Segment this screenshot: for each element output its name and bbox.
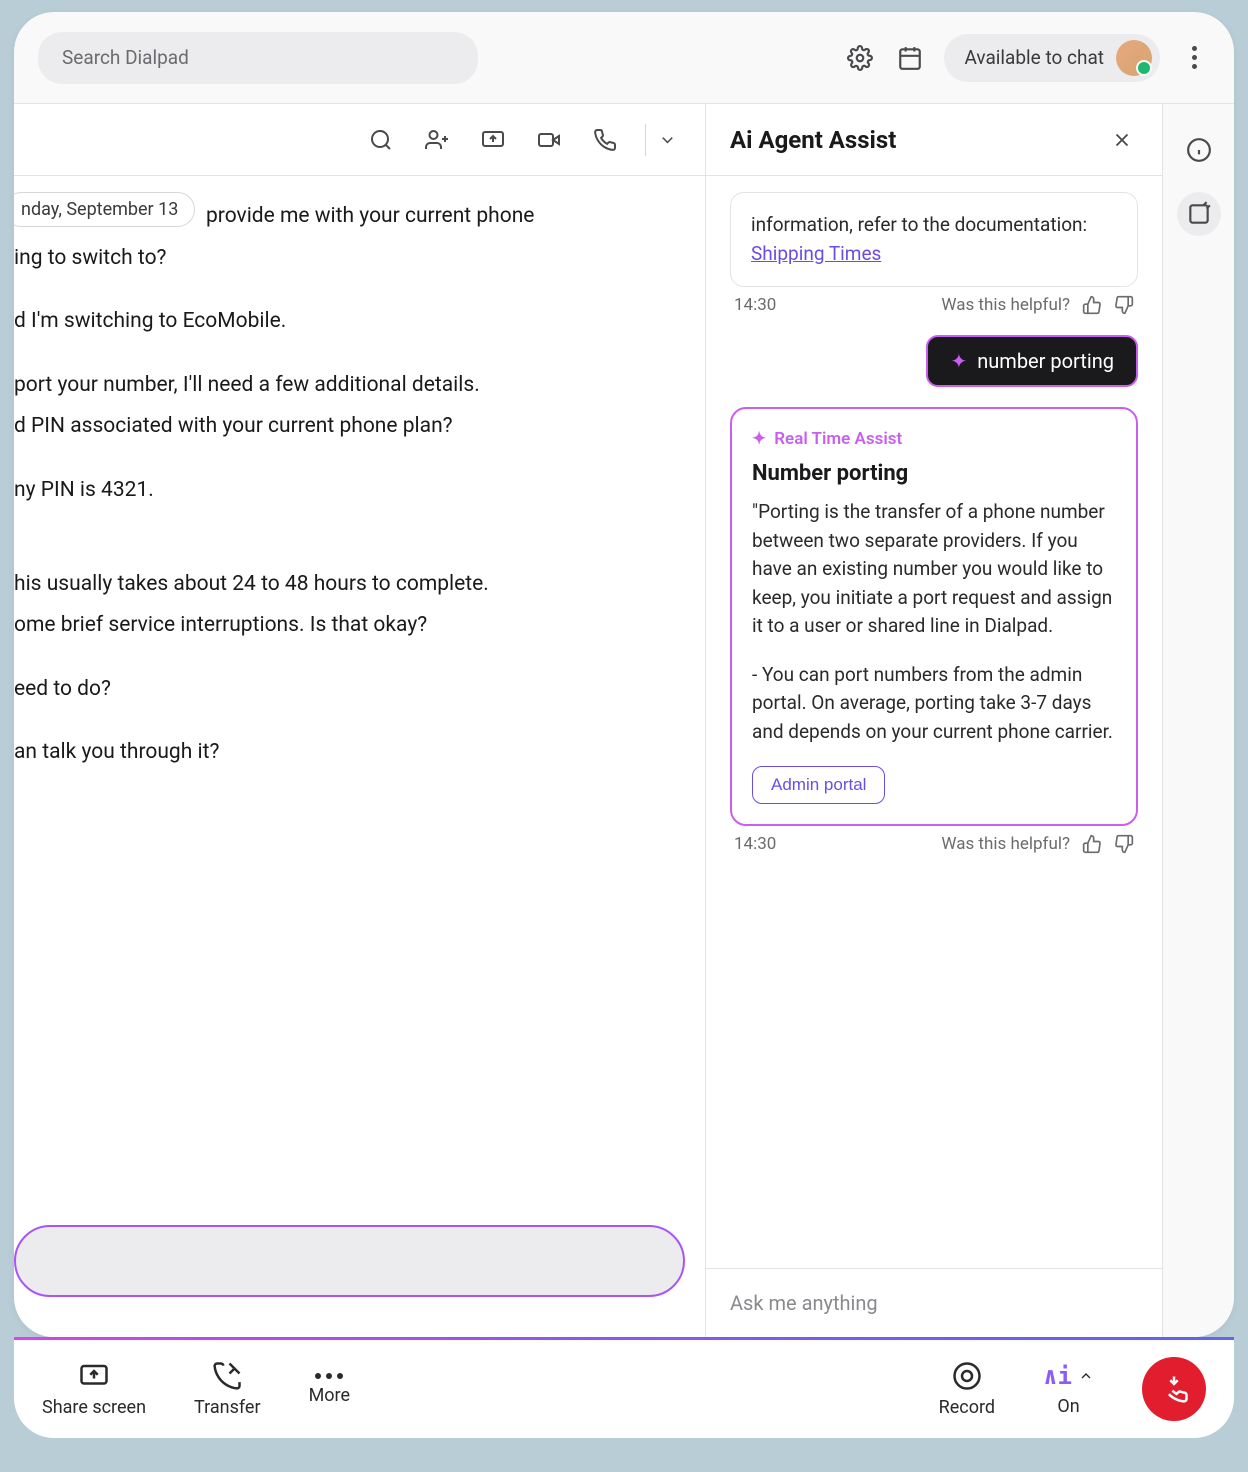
close-icon[interactable]	[1106, 124, 1138, 156]
helpful-label: Was this helpful?	[941, 295, 1070, 315]
more-button[interactable]: More	[309, 1373, 350, 1406]
record-button[interactable]: Record	[939, 1361, 995, 1418]
assist-card: information, refer to the documentation:…	[730, 192, 1138, 287]
admin-portal-button[interactable]: Admin portal	[752, 766, 885, 804]
record-label: Record	[939, 1397, 995, 1418]
rta-title: Number porting	[752, 461, 1116, 486]
assist-input[interactable]: Ask me anything	[706, 1268, 1162, 1337]
thumbs-up-icon[interactable]	[1082, 295, 1102, 315]
rta-badge: ✦Real Time Assist	[752, 429, 902, 449]
ai-assist-icon[interactable]	[1177, 192, 1221, 236]
gear-icon[interactable]	[844, 42, 876, 74]
topbar: Search Dialpad Available to chat	[14, 12, 1234, 104]
more-menu-icon[interactable]	[1178, 42, 1210, 74]
chat-transcript: provide me with your current phone ing t…	[14, 196, 705, 770]
chat-line: ing to switch to?	[14, 242, 705, 276]
avatar	[1116, 40, 1152, 76]
date-pill: nday, September 13	[14, 192, 195, 227]
chat-message-input[interactable]	[14, 1225, 685, 1297]
timestamp: 14:30	[734, 834, 776, 854]
chat-line: his usually takes about 24 to 48 hours t…	[14, 568, 705, 602]
card-text: information, refer to the documentation:	[751, 213, 1087, 236]
search-placeholder: Search Dialpad	[62, 46, 189, 69]
chat-line: port your number, I'll need a few additi…	[14, 369, 705, 403]
transfer-label: Transfer	[194, 1397, 261, 1418]
chevron-down-icon[interactable]	[645, 124, 677, 156]
chat-line: d I'm switching to EcoMobile.	[14, 305, 705, 339]
query-label: number porting	[977, 349, 1114, 373]
info-icon[interactable]	[1177, 128, 1221, 172]
call-controls-bar: Share screen Transfer More Record ∧i On	[14, 1340, 1234, 1438]
status-pill[interactable]: Available to chat	[944, 34, 1160, 82]
sparkle-icon: ✦	[752, 429, 766, 449]
phone-icon[interactable]	[589, 124, 621, 156]
search-icon[interactable]	[365, 124, 397, 156]
chat-column: nday, September 13 provide me with your …	[14, 104, 706, 1337]
rta-card: ✦Real Time Assist Number porting "Portin…	[730, 407, 1138, 826]
thumbs-down-icon[interactable]	[1114, 834, 1134, 854]
hangup-button[interactable]	[1142, 1357, 1206, 1421]
chat-toolbar	[14, 104, 705, 176]
chat-line: d PIN associated with your current phone…	[14, 410, 705, 444]
share-screen-icon[interactable]	[477, 124, 509, 156]
right-rail	[1162, 104, 1234, 1337]
chat-line: ny PIN is 4321.	[14, 474, 705, 508]
transfer-button[interactable]: Transfer	[194, 1361, 261, 1418]
share-screen-label: Share screen	[42, 1397, 146, 1418]
rta-paragraph: "Porting is the transfer of a phone numb…	[752, 498, 1116, 641]
chat-line: ome brief service interruptions. Is that…	[14, 609, 705, 643]
chat-line: an talk you through it?	[14, 736, 705, 770]
query-chip: ✦ number porting	[926, 335, 1138, 387]
calendar-icon[interactable]	[894, 42, 926, 74]
search-input[interactable]: Search Dialpad	[38, 32, 478, 84]
add-person-icon[interactable]	[421, 124, 453, 156]
ai-icon: ∧i	[1043, 1362, 1094, 1390]
more-label: More	[309, 1385, 350, 1406]
assist-title: Ai Agent Assist	[730, 126, 896, 154]
video-icon[interactable]	[533, 124, 565, 156]
status-label: Available to chat	[964, 46, 1104, 69]
chat-line: eed to do?	[14, 673, 705, 707]
rta-paragraph: - You can port numbers from the admin po…	[752, 661, 1116, 747]
sparkle-icon: ✦	[950, 349, 967, 373]
shipping-times-link[interactable]: Shipping Times	[751, 242, 881, 265]
ai-toggle-button[interactable]: ∧i On	[1043, 1362, 1094, 1417]
share-screen-button[interactable]: Share screen	[42, 1361, 146, 1418]
thumbs-up-icon[interactable]	[1082, 834, 1102, 854]
assist-input-placeholder: Ask me anything	[730, 1291, 878, 1315]
ai-on-label: On	[1057, 1396, 1079, 1417]
timestamp: 14:30	[734, 295, 776, 315]
thumbs-down-icon[interactable]	[1114, 295, 1134, 315]
assist-panel: Ai Agent Assist information, refer to th…	[706, 104, 1162, 1337]
helpful-label: Was this helpful?	[941, 834, 1070, 854]
